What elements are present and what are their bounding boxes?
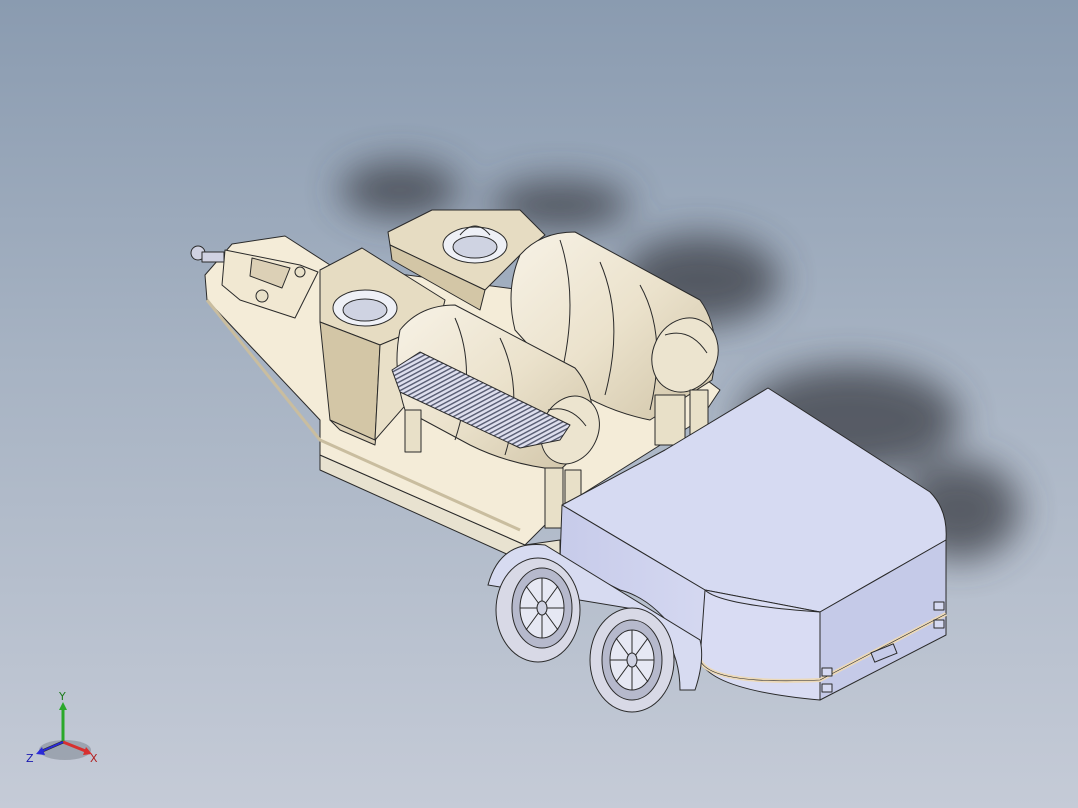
- trailer-3d-model[interactable]: [0, 0, 1078, 808]
- graphics-viewport[interactable]: Y X Z: [0, 0, 1078, 808]
- triad-x-label: X: [90, 752, 98, 765]
- triad-y-label: Y: [58, 690, 66, 703]
- triad-z-label: Z: [26, 752, 34, 765]
- wheel-rear[interactable]: [589, 607, 675, 713]
- latch: [821, 683, 833, 693]
- bracket-hole: [255, 289, 269, 303]
- latch: [933, 619, 945, 629]
- view-triad[interactable]: Y X Z: [20, 690, 110, 770]
- latch: [821, 667, 833, 677]
- wheel-front[interactable]: [495, 557, 581, 663]
- bracket-hole: [294, 266, 306, 278]
- hitch-arm: [201, 251, 225, 263]
- latch: [933, 601, 945, 611]
- triad-y-arrow: [59, 702, 67, 710]
